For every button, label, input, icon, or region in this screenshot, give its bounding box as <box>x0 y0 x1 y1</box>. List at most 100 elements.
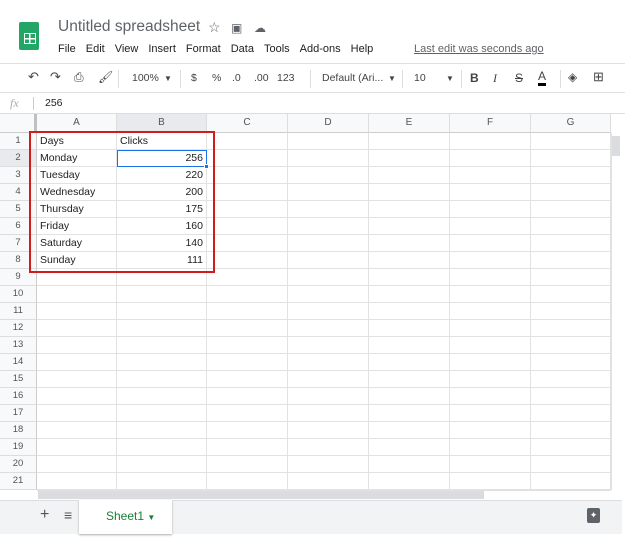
explore-icon[interactable]: ✦ <box>587 508 600 523</box>
cell-C21[interactable] <box>207 473 288 490</box>
cell-B10[interactable] <box>117 286 207 303</box>
cell-A16[interactable] <box>37 388 117 405</box>
cell-F1[interactable] <box>450 133 531 150</box>
cell-D18[interactable] <box>288 422 369 439</box>
cell-E19[interactable] <box>369 439 450 456</box>
cell-G7[interactable] <box>531 235 611 252</box>
cell-E16[interactable] <box>369 388 450 405</box>
cell-D3[interactable] <box>288 167 369 184</box>
column-header-E[interactable]: E <box>369 114 450 133</box>
font-select[interactable]: Default (Ari... <box>322 72 383 84</box>
cell-C5[interactable] <box>207 201 288 218</box>
cell-G3[interactable] <box>531 167 611 184</box>
cell-G21[interactable] <box>531 473 611 490</box>
cell-C4[interactable] <box>207 184 288 201</box>
cell-F13[interactable] <box>450 337 531 354</box>
cell-B14[interactable] <box>117 354 207 371</box>
cell-B12[interactable] <box>117 320 207 337</box>
vertical-scrollbar[interactable] <box>611 133 622 490</box>
cell-E4[interactable] <box>369 184 450 201</box>
all-sheets-icon[interactable]: ≡ <box>64 507 72 523</box>
print-icon[interactable]: ⎙ <box>74 70 84 85</box>
cell-D16[interactable] <box>288 388 369 405</box>
cell-E21[interactable] <box>369 473 450 490</box>
cell-C14[interactable] <box>207 354 288 371</box>
row-header[interactable]: 17 <box>0 405 37 422</box>
cell-F18[interactable] <box>450 422 531 439</box>
chevron-down-icon[interactable]: ▼ <box>147 513 155 522</box>
cell-A12[interactable] <box>37 320 117 337</box>
cell-G14[interactable] <box>531 354 611 371</box>
cell-C13[interactable] <box>207 337 288 354</box>
cell-F15[interactable] <box>450 371 531 388</box>
cell-A18[interactable] <box>37 422 117 439</box>
cell-A21[interactable] <box>37 473 117 490</box>
cell-C1[interactable] <box>207 133 288 150</box>
cell-C2[interactable] <box>207 150 288 167</box>
row-header[interactable]: 14 <box>0 354 37 371</box>
cell-B21[interactable] <box>117 473 207 490</box>
menu-data[interactable]: Data <box>231 43 254 55</box>
currency-button[interactable]: $ <box>191 72 197 84</box>
paint-format-icon[interactable]: 🖌 <box>98 70 113 84</box>
row-header[interactable]: 11 <box>0 303 37 320</box>
menu-insert[interactable]: Insert <box>148 43 176 55</box>
menu-help[interactable]: Help <box>351 43 374 55</box>
cell-F17[interactable] <box>450 405 531 422</box>
cell-E6[interactable] <box>369 218 450 235</box>
sheet-tab-sheet1[interactable]: Sheet1 ▼ <box>79 500 172 534</box>
cell-C18[interactable] <box>207 422 288 439</box>
formula-input[interactable]: 256 <box>45 97 63 109</box>
cell-F10[interactable] <box>450 286 531 303</box>
cell-C8[interactable] <box>207 252 288 269</box>
cell-F6[interactable] <box>450 218 531 235</box>
menu-edit[interactable]: Edit <box>86 43 105 55</box>
cell-C7[interactable] <box>207 235 288 252</box>
cell-D2[interactable] <box>288 150 369 167</box>
cell-C16[interactable] <box>207 388 288 405</box>
zoom-select[interactable]: 100% <box>132 72 159 84</box>
cell-E1[interactable] <box>369 133 450 150</box>
cell-F3[interactable] <box>450 167 531 184</box>
row-header[interactable]: 12 <box>0 320 37 337</box>
row-header[interactable]: 19 <box>0 439 37 456</box>
menu-file[interactable]: File <box>58 43 76 55</box>
cell-C6[interactable] <box>207 218 288 235</box>
cell-C3[interactable] <box>207 167 288 184</box>
strikethrough-button[interactable]: S <box>515 71 523 85</box>
cell-G11[interactable] <box>531 303 611 320</box>
row-header[interactable]: 21 <box>0 473 37 490</box>
cell-F19[interactable] <box>450 439 531 456</box>
cell-D7[interactable] <box>288 235 369 252</box>
cell-F4[interactable] <box>450 184 531 201</box>
cell-F20[interactable] <box>450 456 531 473</box>
cell-D1[interactable] <box>288 133 369 150</box>
cell-B18[interactable] <box>117 422 207 439</box>
cell-D12[interactable] <box>288 320 369 337</box>
cell-D6[interactable] <box>288 218 369 235</box>
font-size-select[interactable]: 10 <box>414 72 426 84</box>
add-sheet-icon[interactable]: + <box>40 506 49 524</box>
cell-G4[interactable] <box>531 184 611 201</box>
cloud-status-icon[interactable]: ☁ <box>254 21 266 35</box>
menu-format[interactable]: Format <box>186 43 221 55</box>
cell-A17[interactable] <box>37 405 117 422</box>
cell-D14[interactable] <box>288 354 369 371</box>
column-header-G[interactable]: G <box>531 114 611 133</box>
cell-A20[interactable] <box>37 456 117 473</box>
row-header[interactable]: 10 <box>0 286 37 303</box>
cell-F2[interactable] <box>450 150 531 167</box>
horizontal-scroll-thumb[interactable] <box>38 491 484 499</box>
row-header[interactable]: 13 <box>0 337 37 354</box>
cell-D20[interactable] <box>288 456 369 473</box>
row-header[interactable]: 18 <box>0 422 37 439</box>
decrease-decimal-button[interactable]: .0 <box>232 72 241 84</box>
menu-view[interactable]: View <box>115 43 139 55</box>
more-formats-button[interactable]: 123 <box>277 72 295 84</box>
cell-G13[interactable] <box>531 337 611 354</box>
cell-A15[interactable] <box>37 371 117 388</box>
cell-E18[interactable] <box>369 422 450 439</box>
cell-E12[interactable] <box>369 320 450 337</box>
menu-add-ons[interactable]: Add-ons <box>300 43 341 55</box>
column-header-D[interactable]: D <box>288 114 369 133</box>
